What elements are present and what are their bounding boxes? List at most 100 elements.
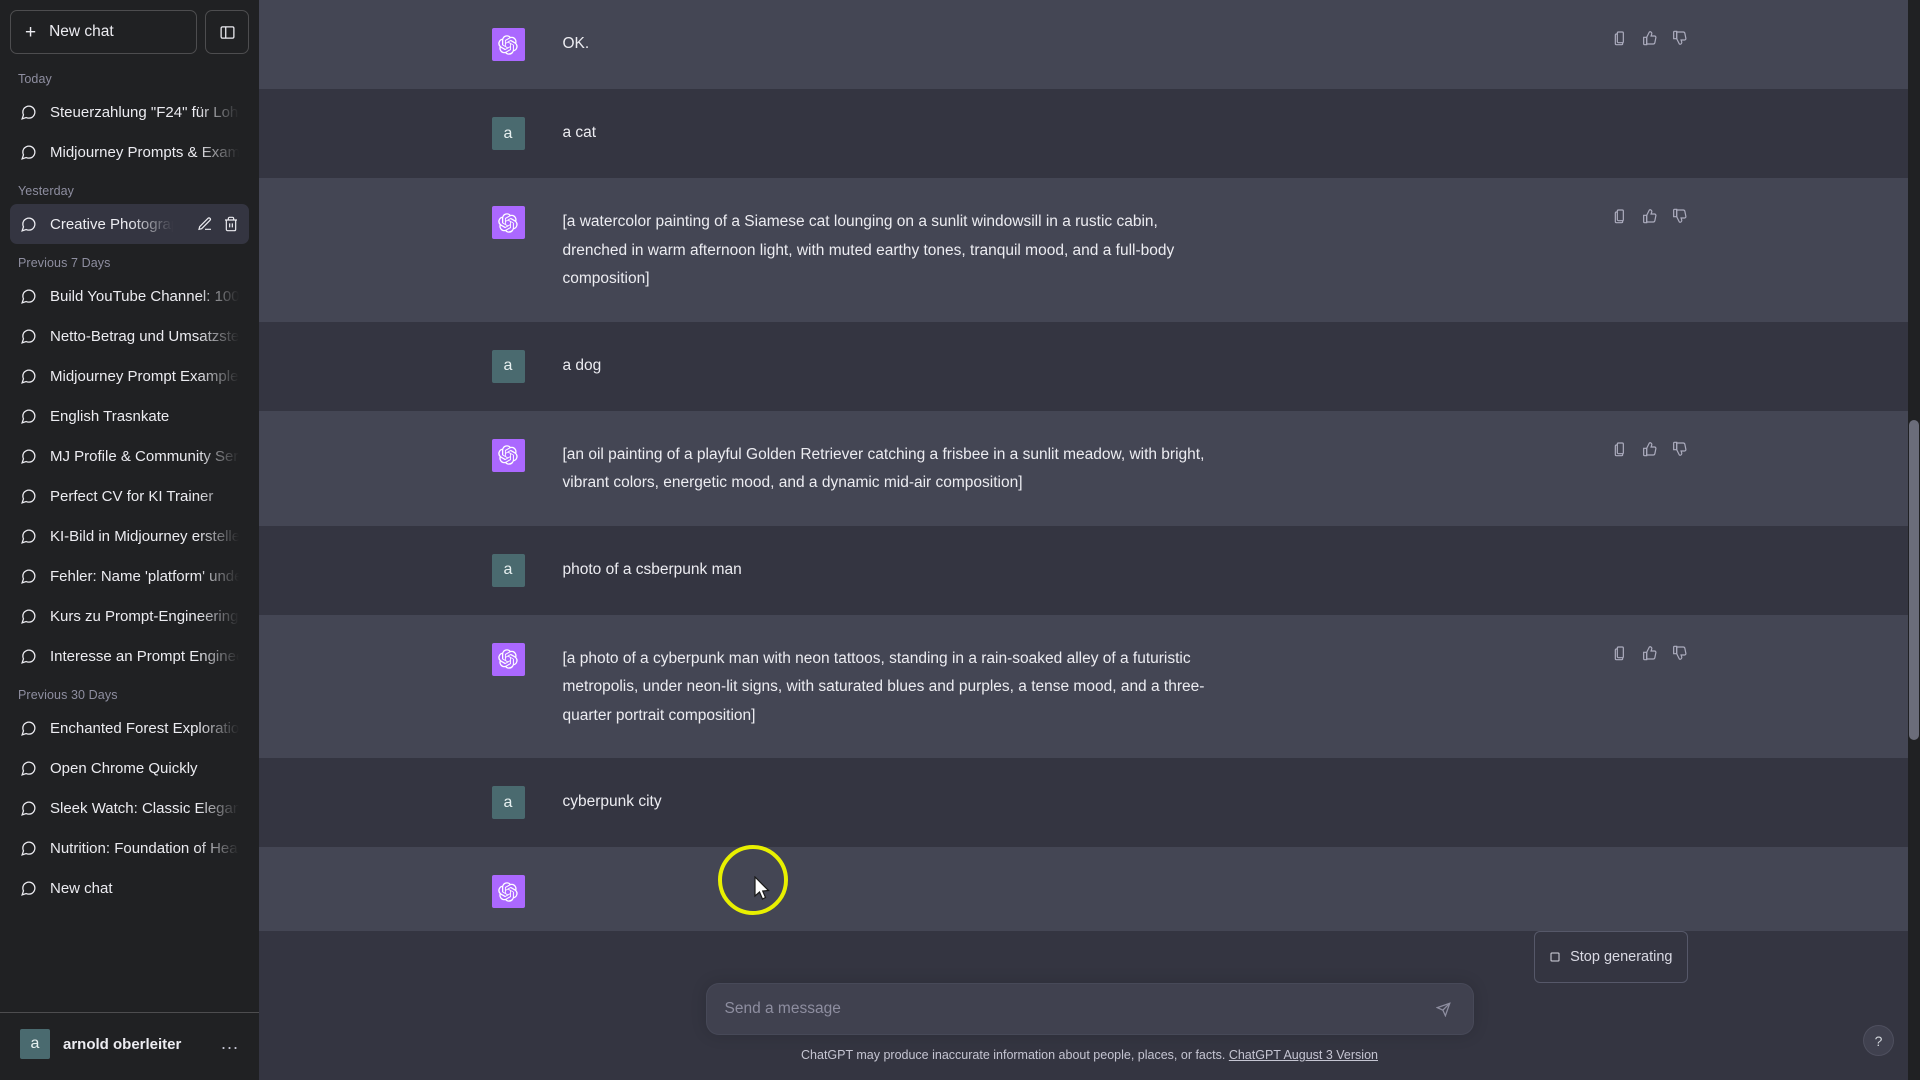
message-text: [a photo of a cyberpunk man with neon ta… (562, 649, 1205, 724)
chat-item-netto-betrag-und-umsatzsteu[interactable]: Netto-Betrag und Umsatzsteu (10, 316, 249, 356)
chat-item-title: KI-Bild in Midjourney erstellen (50, 527, 239, 545)
chat-bubble-icon (21, 568, 36, 584)
chat-bubble-icon-wrap (20, 104, 37, 121)
copy-icon (1614, 31, 1624, 46)
chat-bubble-icon (21, 408, 36, 424)
stop-generating-button[interactable]: Stop generating (1534, 931, 1688, 983)
thumbs-up-button[interactable] (1642, 208, 1658, 224)
chat-history-list[interactable]: Today Steuerzahlung "F24" für Lohn? Midj… (0, 60, 259, 1012)
disclaimer-text: ChatGPT may produce inaccurate informati… (801, 1048, 1226, 1062)
message-action-bar (1612, 208, 1688, 224)
chat-item-english-trasnkate[interactable]: English Trasnkate (10, 396, 249, 436)
chat-item-title: Sleek Watch: Classic Elegance (50, 799, 239, 817)
chat-bubble-icon-wrap (20, 648, 37, 665)
copy-button[interactable] (1612, 208, 1628, 224)
help-button[interactable]: ? (1863, 1025, 1894, 1056)
assistant-avatar (491, 642, 525, 676)
chat-bubble-icon-wrap (20, 368, 37, 385)
message-text: cyberpunk city (562, 793, 662, 810)
delete-chat-button[interactable] (223, 216, 239, 232)
chat-item-interesse-an-prompt-engineeri[interactable]: Interesse an Prompt Engineeri (10, 636, 249, 676)
thumbs-down-button[interactable] (1672, 208, 1688, 224)
chat-bubble-icon (21, 760, 36, 776)
thumbs-down-icon (1672, 208, 1686, 223)
copy-button[interactable] (1612, 645, 1628, 661)
chat-bubble-icon-wrap (20, 608, 37, 625)
account-button[interactable]: a arnold oberleiter ... (10, 1022, 249, 1066)
chat-bubble-icon-wrap (20, 528, 37, 545)
chat-group-label: Previous 7 Days (18, 256, 111, 270)
chat-item-title: Creative Photography P (50, 215, 180, 233)
sidebar-toggle-button[interactable] (205, 10, 249, 54)
page-scrollbar-track[interactable] (1908, 0, 1920, 1080)
openai-logo-icon (498, 649, 518, 669)
assistant-avatar (491, 875, 525, 908)
account-menu-icon[interactable]: ... (221, 1034, 239, 1052)
send-button[interactable] (1429, 994, 1459, 1024)
thumbs-down-button[interactable] (1672, 441, 1688, 457)
page-scrollbar-thumb[interactable] (1909, 420, 1919, 740)
rename-chat-button[interactable] (197, 216, 213, 232)
copy-button[interactable] (1612, 30, 1628, 46)
chat-item-title: Build YouTube Channel: 100k (50, 287, 239, 305)
delete-icon (225, 216, 237, 232)
thumbs-up-icon (1642, 31, 1656, 46)
chat-bubble-icon-wrap (20, 568, 37, 585)
message-row-user: a a dog (259, 321, 1920, 411)
user-avatar: a (491, 553, 525, 587)
chat-bubble-icon-wrap (20, 288, 37, 305)
chat-item-ki-bild-in-midjourney-erstellen[interactable]: KI-Bild in Midjourney erstellen (10, 516, 249, 556)
sidebar-footer: a arnold oberleiter ... (0, 1012, 259, 1080)
chat-item-title: MJ Profile & Community Serve (50, 447, 239, 465)
chat-item-enchanted-forest-exploration[interactable]: Enchanted Forest Exploration (10, 708, 249, 748)
chat-item-open-chrome-quickly[interactable]: Open Chrome Quickly (10, 748, 249, 788)
user-avatar-initial: a (503, 124, 513, 142)
chat-bubble-icon (21, 800, 36, 816)
chat-item-new-chat[interactable]: New chat (10, 868, 249, 908)
message-action-bar (1612, 441, 1688, 457)
chat-item-nutrition-foundation-of-health[interactable]: Nutrition: Foundation of Health (10, 828, 249, 868)
chat-item-creative-photography-p[interactable]: Creative Photography P (10, 204, 249, 244)
question-mark-icon: ? (1874, 1032, 1883, 1049)
thumbs-up-icon (1642, 209, 1656, 224)
message-text: OK. (562, 35, 590, 52)
chat-item-sleek-watch-classic-elegance[interactable]: Sleek Watch: Classic Elegance (10, 788, 249, 828)
thumbs-down-icon (1672, 30, 1686, 45)
thumbs-down-button[interactable] (1672, 30, 1688, 46)
message-composer[interactable] (705, 983, 1474, 1035)
chat-bubble-icon (21, 328, 36, 344)
edit-icon (198, 217, 211, 231)
chat-item-midjourney-prompts-examples[interactable]: Midjourney Prompts & Examples (10, 132, 249, 172)
chat-item-build-youtube-channel-100k[interactable]: Build YouTube Channel: 100k (10, 276, 249, 316)
chat-bubble-icon (21, 288, 36, 304)
chat-item-midjourney-prompt-examples[interactable]: Midjourney Prompt Examples (10, 356, 249, 396)
thumbs-up-icon (1642, 645, 1656, 660)
chat-item-steuerzahlung-f24-f-r-lohn[interactable]: Steuerzahlung "F24" für Lohn? (10, 92, 249, 132)
thumbs-up-button[interactable] (1642, 441, 1658, 457)
stop-generating-label: Stop generating (1570, 949, 1673, 965)
new-chat-button[interactable]: + New chat (10, 10, 197, 54)
thumbs-down-icon (1672, 441, 1686, 456)
sidebar-header: + New chat (0, 0, 259, 60)
chat-item-title: Midjourney Prompt Examples (50, 367, 239, 385)
chat-item-actions (193, 216, 239, 232)
thumbs-down-button[interactable] (1672, 645, 1688, 661)
chat-item-mj-profile-community-serve[interactable]: MJ Profile & Community Serve (10, 436, 249, 476)
thumbs-up-button[interactable] (1642, 30, 1658, 46)
openai-logo-icon (498, 445, 518, 465)
message-action-bar (1612, 645, 1688, 661)
chat-item-kurs-zu-prompt-engineering[interactable]: Kurs zu Prompt-Engineering (10, 596, 249, 636)
chat-bubble-icon (21, 104, 36, 120)
chat-item-perfect-cv-for-ki-trainer[interactable]: Perfect CV for KI Trainer (10, 476, 249, 516)
version-link[interactable]: ChatGPT August 3 Version (1229, 1048, 1378, 1062)
copy-icon (1614, 209, 1624, 224)
thumbs-up-button[interactable] (1642, 645, 1658, 661)
copy-button[interactable] (1612, 441, 1628, 457)
chat-bubble-icon (21, 880, 36, 896)
main-content: OK. a a cat [a watercolor painting of a … (259, 0, 1920, 1080)
chat-bubble-icon-wrap (20, 760, 37, 777)
message-input[interactable] (724, 1000, 1423, 1018)
message-row-assistant: OK. (259, 0, 1920, 89)
chat-item-fehler-name-platform-undefi[interactable]: Fehler: Name 'platform' undefi (10, 556, 249, 596)
chat-bubble-icon-wrap (20, 408, 37, 425)
